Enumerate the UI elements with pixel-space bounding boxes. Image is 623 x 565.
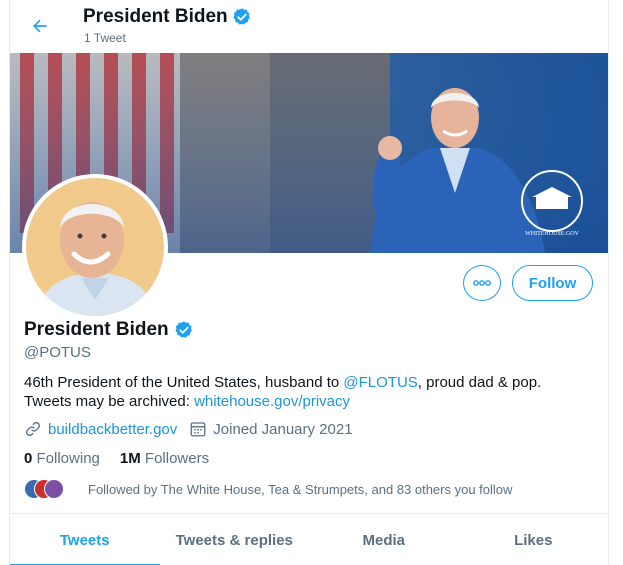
following-stat[interactable]: 0 Following (24, 450, 100, 467)
verified-badge-icon (233, 8, 250, 25)
followers-stat[interactable]: 1M Followers (120, 450, 209, 467)
more-dots-icon (473, 280, 491, 286)
following-label: Following (36, 450, 100, 467)
followed-by-row[interactable]: Followed by The White House, Tea & Strum… (24, 479, 512, 499)
mutual-avatars (24, 479, 74, 499)
link-icon (25, 421, 41, 437)
profile-page: President Biden 1 Tweet WHITEHOUSE.GOV F… (9, 0, 609, 565)
profile-meta: buildbackbetter.gov Joined January 2021 (24, 420, 353, 438)
verified-badge-icon (175, 321, 192, 338)
bio-text-1: 46th President of the United States, hus… (24, 374, 344, 391)
followers-count: 1M (119, 450, 141, 467)
followers-label: Followers (144, 450, 210, 467)
following-count: 0 (24, 450, 33, 467)
profile-header-bar: President Biden 1 Tweet (10, 0, 608, 53)
display-name-row: President Biden (24, 319, 194, 341)
profile-bio: 46th President of the United States, hus… (24, 373, 594, 411)
joined-date: Joined January 2021 (213, 420, 353, 438)
bio-text-2: , proud dad & pop. (417, 374, 542, 391)
mention-link[interactable]: @FLOTUS (343, 374, 417, 391)
back-button[interactable] (24, 10, 56, 42)
tweet-count: 1 Tweet (84, 31, 126, 45)
header-name: President Biden (83, 6, 228, 27)
tab-tweets-and-replies[interactable]: Tweets & replies (160, 514, 310, 565)
tab-media[interactable]: Media (309, 514, 459, 565)
tab-tweets[interactable]: Tweets (10, 514, 160, 565)
banner-watermark: WHITEHOUSE.GOV (525, 231, 579, 237)
archive-link[interactable]: whitehouse.gov/privacy (194, 393, 350, 410)
follow-stats: 0 Following 1M Followers (24, 450, 209, 467)
calendar-icon (190, 422, 206, 437)
user-handle: @POTUS (24, 344, 91, 361)
bio-text-3: Tweets may be archived: (24, 393, 195, 410)
profile-tabs: Tweets Tweets & replies Media Likes (10, 513, 608, 565)
followed-by-text: Followed by The White House, Tea & Strum… (88, 481, 513, 497)
profile-avatar[interactable] (22, 174, 168, 320)
more-options-button[interactable] (463, 265, 501, 301)
header-name-row: President Biden (83, 6, 252, 28)
tab-likes[interactable]: Likes (459, 514, 609, 565)
display-name: President Biden (24, 319, 169, 340)
arrow-left-icon (33, 19, 47, 33)
website-link[interactable]: buildbackbetter.gov (48, 421, 177, 438)
avatar-image (26, 178, 164, 316)
follow-button[interactable]: Follow (512, 265, 593, 301)
website-item: buildbackbetter.gov (24, 420, 177, 438)
mutual-avatar (44, 479, 64, 499)
joined-item: Joined January 2021 (189, 420, 353, 438)
